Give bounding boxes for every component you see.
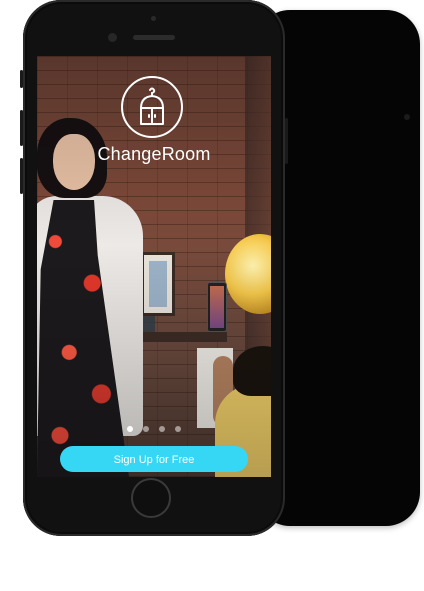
- page-dot-4[interactable]: [175, 426, 181, 432]
- app-screen: ChangeRoom Sign Up for Free: [37, 56, 271, 477]
- wardrobe-icon: [140, 87, 164, 125]
- power-button: [285, 118, 288, 164]
- earpiece-speaker: [133, 35, 175, 40]
- app-title: ChangeRoom: [97, 144, 211, 164]
- front-camera: [108, 33, 117, 42]
- page-dot-2[interactable]: [143, 426, 149, 432]
- back-camera: [404, 114, 410, 120]
- sign-up-button[interactable]: Sign Up for Free: [60, 446, 248, 472]
- page-dot-1[interactable]: [127, 426, 133, 432]
- volume-up-button: [20, 110, 23, 146]
- home-button[interactable]: [131, 478, 171, 518]
- volume-down-button: [20, 158, 23, 194]
- page-indicator: [37, 426, 271, 432]
- proximity-sensor: [151, 16, 156, 21]
- app-logo: [121, 76, 183, 138]
- mute-switch: [20, 70, 23, 88]
- page-dot-3[interactable]: [159, 426, 165, 432]
- front-phone: ChangeRoom Sign Up for Free: [20, 0, 288, 536]
